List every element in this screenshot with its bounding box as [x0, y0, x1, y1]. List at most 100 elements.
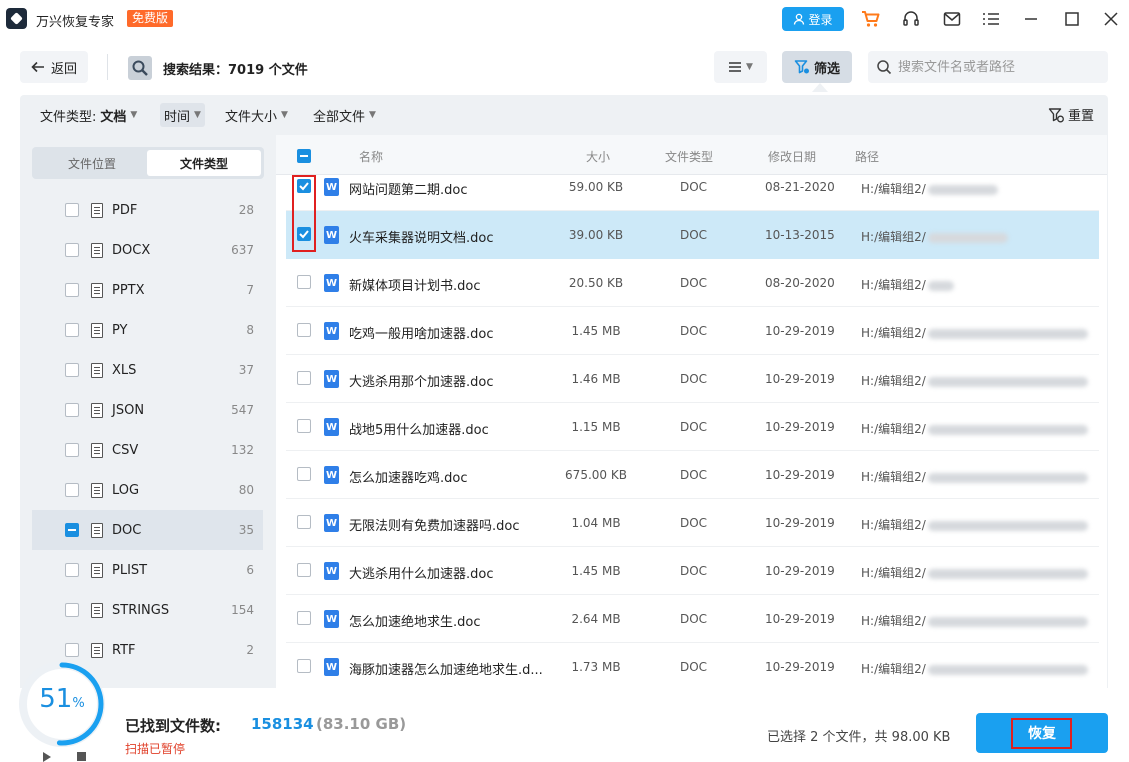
type-count: 2 — [246, 643, 254, 657]
login-button[interactable]: 登录 — [782, 7, 844, 31]
file-name: 大逃杀用什么加速器.doc — [349, 567, 494, 582]
file-type: DOC — [679, 564, 708, 578]
table-row[interactable]: W 无限法则有免费加速器吗.doc 1.04 MB DOC 10-29-2019 H:/编… — [286, 499, 1099, 547]
row-checkbox[interactable] — [297, 611, 311, 625]
type-checkbox[interactable] — [65, 243, 79, 257]
sidebar-item-docx[interactable]: DOCX 637 — [32, 230, 263, 270]
all-files-filter[interactable]: 全部文件 ▼ — [309, 103, 380, 127]
row-checkbox[interactable] — [297, 563, 311, 577]
word-doc-icon: W — [324, 178, 339, 196]
file-type-filter-label: 文件类型: — [40, 109, 97, 125]
search-box[interactable] — [868, 51, 1108, 83]
maximize-icon[interactable] — [1062, 9, 1082, 29]
headset-support-icon[interactable] — [901, 9, 921, 29]
reset-button[interactable]: 重置 — [1048, 105, 1094, 124]
file-date: 10-29-2019 — [765, 612, 835, 626]
size-filter-label: 文件大小 — [225, 109, 278, 125]
table-row[interactable]: W 网站问题第二期.doc 59.00 KB DOC 08-21-2020 H:/编辑组2… — [286, 163, 1099, 211]
row-checkbox[interactable] — [297, 323, 311, 337]
file-type: DOC — [679, 516, 708, 530]
table-row[interactable]: W 怎么加速绝地求生.doc 2.64 MB DOC 10-29-2019 H:/编辑组2… — [286, 595, 1099, 643]
search-result-unit: 个文件 — [268, 63, 308, 78]
type-name: DOCX — [112, 242, 151, 258]
row-checkbox[interactable] — [297, 467, 311, 481]
sidebar-item-xls[interactable]: XLS 37 — [32, 350, 263, 390]
table-row[interactable]: W 怎么加速器吃鸡.doc 675.00 KB DOC 10-29-2019 H:/编辑组… — [286, 451, 1099, 499]
file-list: 名称 大小 文件类型 修改日期 路径 W 网站问题第二期.doc 59.00 KB D… — [276, 135, 1108, 688]
type-name: PPTX — [112, 282, 145, 298]
minimize-icon[interactable] — [1021, 9, 1041, 29]
type-name: CSV — [112, 442, 139, 458]
size-filter[interactable]: 文件大小 ▼ — [221, 103, 292, 127]
sidebar-item-doc[interactable]: DOC 35 — [32, 510, 263, 550]
search-input[interactable] — [898, 59, 1098, 75]
table-row[interactable]: W 火车采集器说明文档.doc 39.00 KB DOC 10-13-2015 H:/编辑… — [286, 211, 1099, 259]
table-row[interactable]: W 大逃杀用什么加速器.doc 1.45 MB DOC 10-29-2019 H:/编辑组… — [286, 547, 1099, 595]
magnifier-icon — [128, 56, 152, 80]
row-checkbox[interactable] — [297, 275, 311, 289]
sidebar-item-json[interactable]: JSON 547 — [32, 390, 263, 430]
document-icon — [91, 522, 103, 538]
select-all-checkbox[interactable] — [297, 149, 311, 163]
file-name: 无限法则有免费加速器吗.doc — [349, 519, 520, 534]
type-checkbox[interactable] — [65, 323, 79, 337]
document-icon — [91, 242, 103, 258]
file-type-filter-value: 文档 — [100, 109, 127, 125]
sidebar-item-py[interactable]: PY 8 — [32, 310, 263, 350]
free-version-badge: 免费版 — [127, 10, 174, 27]
row-checkbox[interactable] — [297, 371, 311, 385]
type-checkbox[interactable] — [65, 523, 79, 537]
sidebar-item-pdf[interactable]: PDF 28 — [32, 190, 263, 230]
app-title: 万兴恢复专家 — [36, 15, 115, 30]
file-name: 大逃杀用那个加速器.doc — [349, 375, 494, 390]
tab-file-type[interactable]: 文件类型 — [147, 150, 261, 176]
word-doc-icon: W — [324, 514, 339, 532]
type-checkbox[interactable] — [65, 403, 79, 417]
table-row[interactable]: W 海豚加速器怎么加速绝地求生.d... 1.73 MB DOC 10-29-2019 H… — [286, 643, 1099, 688]
close-icon[interactable] — [1101, 9, 1121, 29]
table-row[interactable]: W 吃鸡一般用啥加速器.doc 1.45 MB DOC 10-29-2019 H:/编辑组… — [286, 307, 1099, 355]
time-filter[interactable]: 时间 ▼ — [160, 103, 205, 127]
sidebar-item-log[interactable]: LOG 80 — [32, 470, 263, 510]
row-checkbox[interactable] — [297, 419, 311, 433]
table-row[interactable]: W 大逃杀用那个加速器.doc 1.46 MB DOC 10-29-2019 H:/编辑组… — [286, 355, 1099, 403]
sidebar-item-strings[interactable]: STRINGS 154 — [32, 590, 263, 630]
type-name: PLIST — [112, 562, 148, 578]
filter-button[interactable]: 筛选 — [782, 51, 852, 83]
type-checkbox[interactable] — [65, 443, 79, 457]
resume-scan-icon[interactable] — [42, 752, 52, 762]
cart-icon[interactable] — [861, 9, 881, 29]
mail-icon[interactable] — [942, 9, 962, 29]
type-checkbox[interactable] — [65, 203, 79, 217]
file-path: H:/编辑组2/ — [861, 324, 1088, 341]
funnel-reset-icon — [1048, 107, 1064, 122]
type-checkbox[interactable] — [65, 483, 79, 497]
back-button[interactable]: 返回 — [20, 51, 88, 83]
type-name: XLS — [112, 362, 137, 378]
document-icon — [91, 442, 103, 458]
blurred-path — [927, 280, 954, 291]
table-row[interactable]: W 战地5用什么加速器.doc 1.15 MB DOC 10-29-2019 H:/编辑组… — [286, 403, 1099, 451]
document-icon — [91, 482, 103, 498]
type-checkbox[interactable] — [65, 363, 79, 377]
file-path: H:/编辑组2/ — [861, 660, 1088, 677]
sidebar-item-plist[interactable]: PLIST 6 — [32, 550, 263, 590]
type-checkbox[interactable] — [65, 283, 79, 297]
menu-list-icon[interactable] — [981, 9, 1001, 29]
type-checkbox[interactable] — [65, 563, 79, 577]
sidebar-item-pptx[interactable]: PPTX 7 — [32, 270, 263, 310]
file-type-filter[interactable]: 文件类型: 文档 ▼ — [36, 103, 141, 127]
file-type: DOC — [679, 372, 708, 386]
title-bar: 万兴恢复专家 免费版 登录 — [0, 0, 1129, 38]
type-checkbox[interactable] — [65, 643, 79, 657]
row-checkbox[interactable] — [297, 659, 311, 673]
type-checkbox[interactable] — [65, 603, 79, 617]
table-row[interactable]: W 新媒体项目计划书.doc 20.50 KB DOC 08-20-2020 H:/编辑组… — [286, 259, 1099, 307]
type-count: 80 — [238, 483, 254, 497]
sidebar-item-csv[interactable]: CSV 132 — [32, 430, 263, 470]
blurred-path — [927, 472, 1088, 483]
stop-scan-icon[interactable] — [77, 752, 87, 762]
row-checkbox[interactable] — [297, 515, 311, 529]
tab-file-location[interactable]: 文件位置 — [35, 150, 149, 176]
view-mode-button[interactable]: ▼ — [714, 51, 767, 83]
